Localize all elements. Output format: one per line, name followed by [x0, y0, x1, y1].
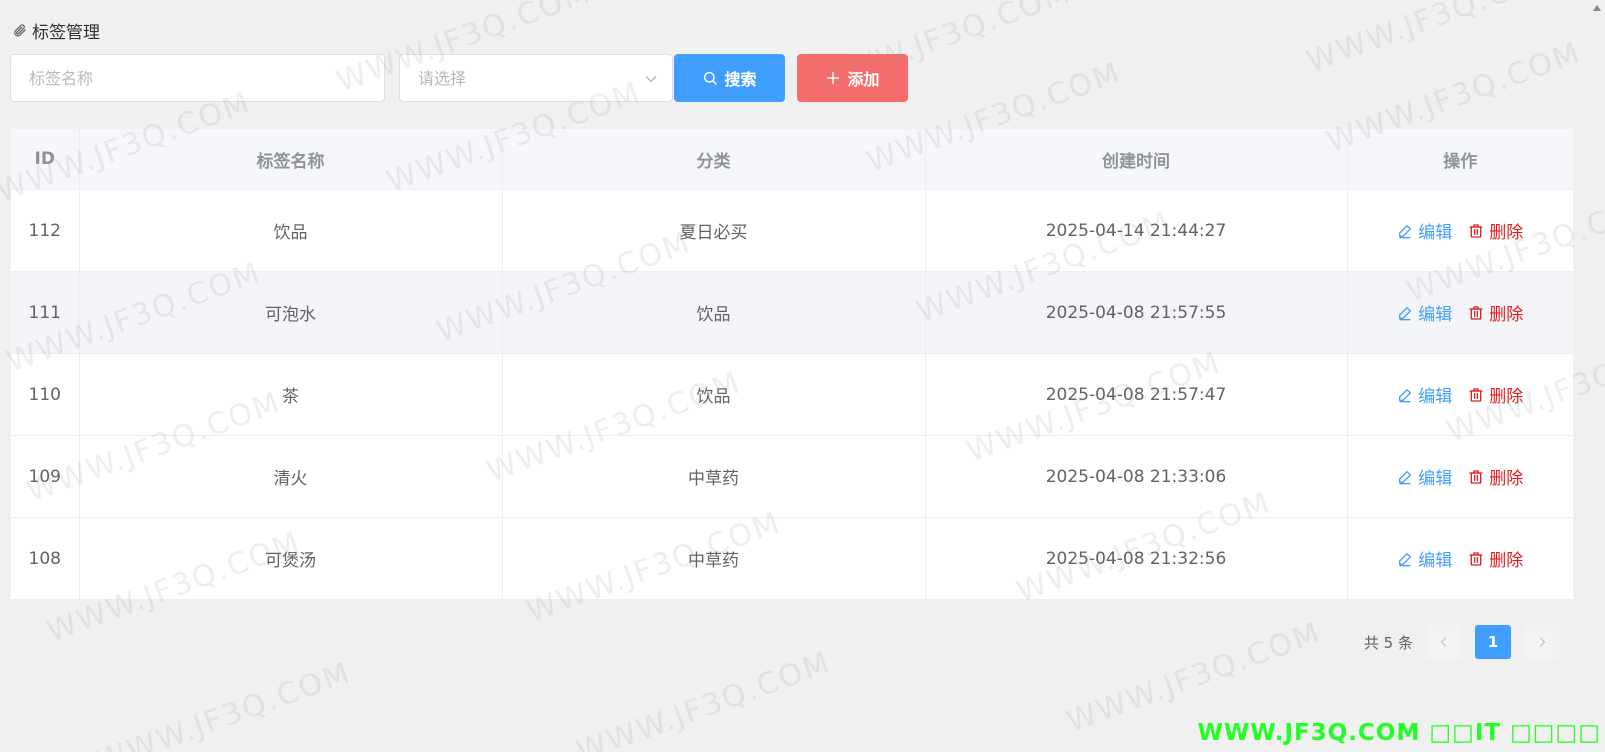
edit-icon	[1399, 388, 1412, 402]
cell-actions: 编辑 删除	[1347, 353, 1573, 436]
cell-created: 2025-04-08 21:33:06	[925, 435, 1348, 518]
cell-actions: 编辑 删除	[1347, 189, 1573, 272]
edit-label: 编辑	[1418, 469, 1453, 489]
cell-name: 茶	[79, 353, 503, 436]
delete-button[interactable]: 删除	[1468, 382, 1523, 407]
cell-created: 2025-04-08 21:57:55	[925, 271, 1348, 354]
table-row: 111 可泡水 饮品 2025-04-08 21:57:55 编辑 删除	[11, 271, 1573, 354]
watermark-corner-text: WWW.JF3Q.COM □□IT □□□□	[1197, 720, 1601, 746]
cell-category: 中草药	[502, 517, 926, 600]
edit-label: 编辑	[1418, 305, 1453, 325]
search-icon	[704, 71, 718, 85]
cell-name: 可煲汤	[79, 517, 503, 600]
cell-category: 夏日必买	[502, 189, 926, 272]
category-select[interactable]	[399, 54, 673, 102]
header-name: 标签名称	[79, 129, 503, 190]
trash-icon	[1469, 551, 1483, 566]
header-actions: 操作	[1347, 129, 1573, 190]
tag-name-field[interactable]	[10, 54, 385, 102]
table-header: ID 标签名称 分类 创建时间 操作	[11, 129, 1573, 190]
trash-icon	[1469, 223, 1483, 238]
cell-actions: 编辑 删除	[1347, 517, 1573, 600]
table-row: 110 茶 饮品 2025-04-08 21:57:47 编辑 删除	[11, 353, 1573, 436]
search-button[interactable]: 搜索	[674, 54, 785, 102]
table-row: 108 可煲汤 中草药 2025-04-08 21:32:56 编辑 删除	[11, 517, 1573, 600]
cell-name: 可泡水	[79, 271, 503, 354]
header-id: ID	[11, 129, 80, 190]
page-number[interactable]: 1	[1475, 625, 1511, 659]
cell-created: 2025-04-08 21:57:47	[925, 353, 1348, 436]
cell-actions: 编辑 删除	[1347, 435, 1573, 518]
prev-page-button[interactable]	[1427, 625, 1461, 659]
tag-name-input[interactable]	[11, 55, 384, 101]
edit-button[interactable]: 编辑	[1397, 382, 1452, 407]
chevron-right-icon	[1539, 637, 1546, 647]
edit-button[interactable]: 编辑	[1397, 300, 1452, 325]
caret-up-icon	[1593, 5, 1601, 11]
delete-label: 删除	[1489, 305, 1524, 325]
page-title: 标签管理	[12, 18, 100, 43]
scroll-up-button[interactable]	[1589, 0, 1605, 16]
edit-button[interactable]: 编辑	[1397, 546, 1452, 571]
pagination-total: 共 5 条	[1363, 633, 1413, 652]
table-row: 109 清火 中草药 2025-04-08 21:33:06 编辑 删除	[11, 435, 1573, 518]
category-select-input[interactable]	[400, 55, 672, 101]
paperclip-icon	[14, 24, 26, 37]
chevron-left-icon	[1440, 637, 1447, 647]
edit-icon	[1399, 552, 1412, 566]
delete-label: 删除	[1489, 223, 1524, 243]
edit-label: 编辑	[1418, 223, 1453, 243]
chevron-down-icon	[645, 76, 657, 82]
plus-icon	[827, 71, 840, 85]
edit-button[interactable]: 编辑	[1397, 218, 1452, 243]
add-button[interactable]: 添加	[797, 54, 908, 102]
edit-button[interactable]: 编辑	[1397, 464, 1452, 489]
delete-label: 删除	[1489, 469, 1524, 489]
cell-id: 111	[11, 271, 80, 354]
watermark-text: WWW.JF3Q.COM	[1302, 0, 1566, 80]
cell-name: 清火	[79, 435, 503, 518]
header-created: 创建时间	[925, 129, 1348, 190]
edit-icon	[1399, 306, 1412, 320]
next-page-button[interactable]	[1525, 625, 1559, 659]
add-button-label: 添加	[847, 70, 880, 89]
delete-button[interactable]: 删除	[1468, 546, 1523, 571]
trash-icon	[1469, 387, 1483, 402]
cell-category: 饮品	[502, 271, 926, 354]
table-row: 112 饮品 夏日必买 2025-04-14 21:44:27 编辑 删除	[11, 189, 1573, 272]
delete-label: 删除	[1489, 387, 1524, 407]
header-category: 分类	[502, 129, 926, 190]
delete-button[interactable]: 删除	[1468, 300, 1523, 325]
edit-label: 编辑	[1418, 551, 1453, 571]
cell-category: 中草药	[502, 435, 926, 518]
pagination: 共 5 条 1	[1364, 625, 1559, 659]
delete-label: 删除	[1489, 551, 1524, 571]
page-title-text: 标签管理	[32, 23, 100, 43]
delete-button[interactable]: 删除	[1468, 218, 1523, 243]
cell-id: 109	[11, 435, 80, 518]
watermark-text: WWW.JF3Q.COM	[1062, 615, 1326, 740]
cell-id: 108	[11, 517, 80, 600]
edit-icon	[1399, 470, 1412, 484]
cell-category: 饮品	[502, 353, 926, 436]
delete-button[interactable]: 删除	[1468, 464, 1523, 489]
cell-id: 112	[11, 189, 80, 272]
cell-created: 2025-04-14 21:44:27	[925, 189, 1348, 272]
edit-icon	[1399, 224, 1412, 238]
trash-icon	[1469, 305, 1483, 320]
watermark-text: WWW.JF3Q.COM	[572, 645, 836, 752]
trash-icon	[1469, 469, 1483, 484]
watermark-text: WWW.JF3Q.COM	[92, 655, 356, 752]
cell-actions: 编辑 删除	[1347, 271, 1573, 354]
cell-id: 110	[11, 353, 80, 436]
scrollbar-track[interactable]	[1589, 16, 1605, 752]
cell-created: 2025-04-08 21:32:56	[925, 517, 1348, 600]
edit-label: 编辑	[1418, 387, 1453, 407]
cell-name: 饮品	[79, 189, 503, 272]
search-button-label: 搜索	[724, 70, 757, 89]
tag-table: ID 标签名称 分类 创建时间 操作 112 饮品 夏日必买 2025-04-1…	[11, 129, 1573, 600]
